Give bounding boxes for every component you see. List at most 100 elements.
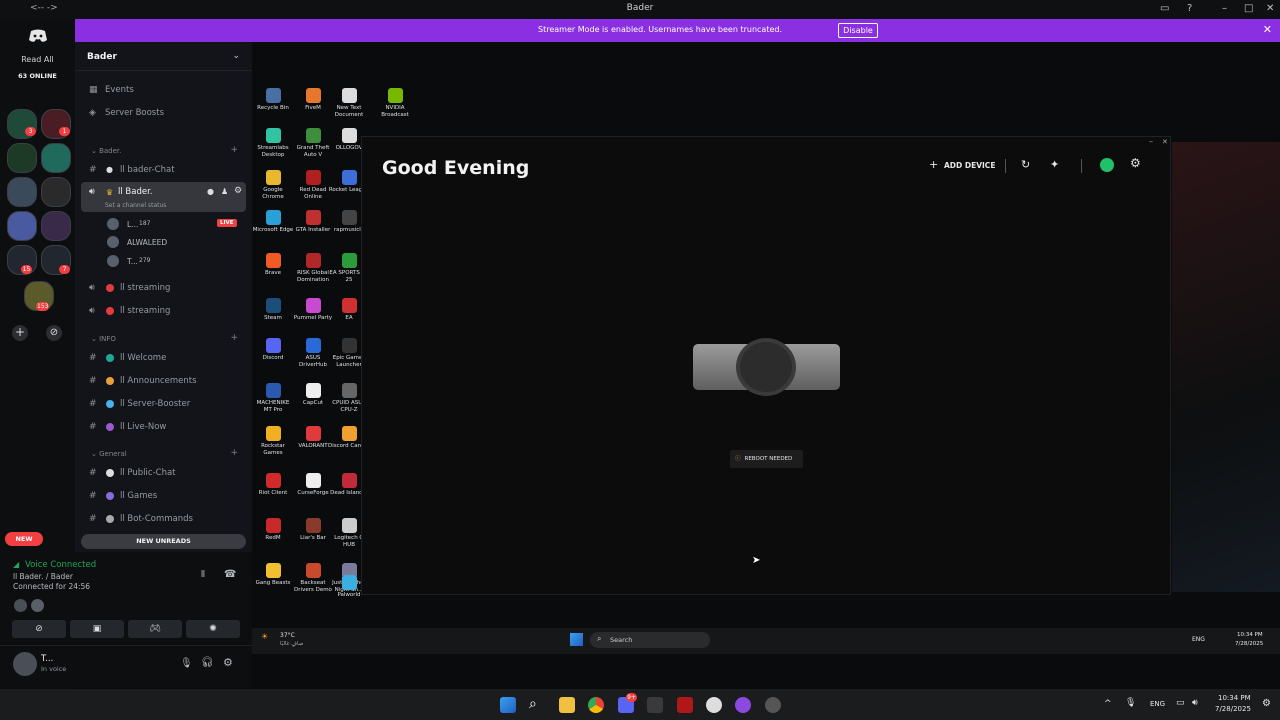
channel-streaming[interactable]: 🔊︎ ll streaming xyxy=(75,278,252,298)
inbox-icon[interactable]: ▭ xyxy=(1160,3,1169,14)
voice-user[interactable]: ALWALEED xyxy=(107,234,242,252)
channel-announcements[interactable]: # ll Announcements xyxy=(75,371,252,391)
voice-channel-path[interactable]: ll Bader. / Bader xyxy=(13,572,73,581)
server-icon[interactable] xyxy=(41,177,71,207)
sparkle-icon[interactable]: ✦ xyxy=(1050,158,1059,171)
invite-icon[interactable]: ♟ xyxy=(221,187,228,196)
new-unreads-pill[interactable]: NEW UNREADS xyxy=(81,534,246,549)
minimize-icon[interactable]: – xyxy=(1149,137,1153,146)
desktop-icon[interactable]: Pummel Party xyxy=(292,298,334,322)
desktop-icon[interactable]: Gang Beasts xyxy=(252,563,294,587)
add-channel-icon[interactable]: + xyxy=(230,448,238,458)
channel-games[interactable]: # ll Games xyxy=(75,486,252,506)
channel-bot-commands[interactable]: # ll Bot-Commands xyxy=(75,509,252,529)
soundboard-button[interactable]: ✺ xyxy=(186,620,240,638)
microphone-icon[interactable]: 🎙︎ xyxy=(180,658,193,669)
close-banner-icon[interactable]: ✕ xyxy=(1263,23,1272,36)
server-folder[interactable]: 7 xyxy=(41,245,71,275)
screen-share-button[interactable]: ▣ xyxy=(70,620,124,638)
server-icon[interactable] xyxy=(7,211,37,241)
desktop-icon[interactable]: Streamlabs Desktop xyxy=(252,128,294,159)
app-icon[interactable] xyxy=(735,697,751,713)
gear-icon[interactable]: ⚙ xyxy=(234,186,242,196)
desktop-icon[interactable]: Discord xyxy=(252,338,294,362)
desktop-icon[interactable]: NVIDIA Broadcast xyxy=(374,88,416,119)
settings-icon[interactable]: ⚙ xyxy=(1130,156,1141,170)
add-channel-icon[interactable]: + xyxy=(230,333,238,343)
windows-start-icon[interactable] xyxy=(570,633,583,646)
category-info[interactable]: ⌄ INFO xyxy=(91,335,116,343)
desktop-icon[interactable]: RISK Global Domination xyxy=(292,253,334,284)
server-boosts-item[interactable]: ◈ Server Boosts xyxy=(75,103,252,123)
server-icon[interactable]: 153 xyxy=(24,281,54,311)
new-pill[interactable]: NEW xyxy=(5,532,43,546)
voice-user[interactable]: T... 279 xyxy=(107,253,242,271)
discord-icon[interactable]: 9+ xyxy=(618,693,637,713)
user-avatar[interactable] xyxy=(13,652,37,676)
desktop-icon[interactable]: New Text Document xyxy=(328,88,370,119)
add-device-button[interactable]: ADD DEVICE xyxy=(944,161,995,170)
disconnect-icon[interactable]: ☎ xyxy=(224,569,236,580)
add-channel-icon[interactable]: + xyxy=(230,145,238,155)
server-name[interactable]: Bader xyxy=(87,52,117,62)
channel-server-booster[interactable]: # ll Server-Booster xyxy=(75,394,252,414)
server-icon[interactable] xyxy=(7,177,37,207)
refresh-icon[interactable]: ↻ xyxy=(1021,158,1030,171)
obs-icon[interactable] xyxy=(706,697,722,713)
channel-welcome[interactable]: # ll Welcome xyxy=(75,348,252,368)
help-icon[interactable]: ? xyxy=(1187,3,1192,14)
desktop-icon[interactable]: RedM xyxy=(252,518,294,542)
server-icon[interactable] xyxy=(41,143,71,173)
channel-public-chat[interactable]: # ll Public-Chat xyxy=(75,463,252,483)
notification-icon[interactable]: ⚙ xyxy=(1262,698,1271,709)
reboot-needed-badge[interactable]: ⓘ REBOOT NEEDED xyxy=(730,450,803,468)
server-icon[interactable] xyxy=(7,143,37,173)
read-all-button[interactable]: Read All xyxy=(0,55,75,64)
voice-user[interactable]: L... 187 LIVE xyxy=(107,216,242,234)
noise-suppression-icon[interactable]: ⦀ xyxy=(201,570,205,580)
microphone-icon[interactable]: 🎙︎ xyxy=(1125,698,1136,708)
webcam-device[interactable] xyxy=(693,338,840,396)
volume-icon[interactable]: 🔊︎ xyxy=(1192,698,1198,708)
channel-live-now[interactable]: # ll Live-Now xyxy=(75,417,252,437)
discover-icon[interactable]: ⊘ xyxy=(46,325,62,341)
desktop-icon[interactable]: Brave xyxy=(252,253,294,277)
add-server-icon[interactable]: + xyxy=(12,325,28,341)
steam-icon[interactable] xyxy=(765,697,781,713)
server-folder[interactable]: 15 xyxy=(7,245,37,275)
activities-button[interactable]: 🎮︎ xyxy=(128,620,182,638)
chevron-down-icon[interactable]: ⌄ xyxy=(232,51,240,61)
headphones-icon[interactable]: 🎧︎ xyxy=(201,657,214,668)
search-icon[interactable]: ⌕ xyxy=(529,697,545,713)
search-box[interactable]: ⌕ Search xyxy=(590,632,710,648)
close-icon[interactable]: ✕ xyxy=(1162,138,1168,146)
server-icon[interactable]: 3 xyxy=(7,109,37,139)
channel-bader-chat[interactable]: # ● ll bader-Chat xyxy=(75,160,252,180)
terminal-icon[interactable] xyxy=(647,697,663,713)
channel-streaming[interactable]: 🔊︎ ll streaming xyxy=(75,301,252,321)
file-explorer-icon[interactable] xyxy=(559,697,575,713)
desktop-icon[interactable]: Rockstar Games xyxy=(252,426,294,457)
windows-start-icon[interactable] xyxy=(500,697,516,713)
voice-channel-selected[interactable]: 🔊︎ ♛ ll Bader. Set a channel status ● ♟ … xyxy=(81,182,246,212)
desktop-icon[interactable]: VALORANT xyxy=(292,426,334,450)
desktop-icon[interactable]: CapCut xyxy=(292,383,334,407)
desktop-icon[interactable]: Riot Client xyxy=(252,473,294,497)
category-bader[interactable]: ⌄ Bader. xyxy=(91,147,121,155)
chat-icon[interactable]: ● xyxy=(207,187,214,196)
camera-off-button[interactable]: ⊘ xyxy=(12,620,66,638)
desktop-icon[interactable]: CurseForge xyxy=(292,473,334,497)
app-icon[interactable] xyxy=(677,697,693,713)
server-icon[interactable] xyxy=(41,211,71,241)
desktop-icon[interactable]: Recycle Bin xyxy=(252,88,294,112)
minimize-icon[interactable]: – xyxy=(1222,3,1227,14)
chevron-up-icon[interactable]: ^ xyxy=(1104,699,1112,709)
desktop-icon[interactable]: ASUS DriverHub xyxy=(292,338,334,369)
desktop-icon[interactable]: Liar's Bar xyxy=(292,518,334,542)
server-icon[interactable]: 1 xyxy=(41,109,71,139)
disable-button[interactable]: Disable xyxy=(838,23,878,38)
category-general[interactable]: ⌄ General xyxy=(91,450,127,458)
events-item[interactable]: ▦ Events xyxy=(75,80,252,100)
desktop-icon[interactable]: MACHENIKE MT Pro xyxy=(252,383,294,414)
desktop-icon[interactable]: Steam xyxy=(252,298,294,322)
